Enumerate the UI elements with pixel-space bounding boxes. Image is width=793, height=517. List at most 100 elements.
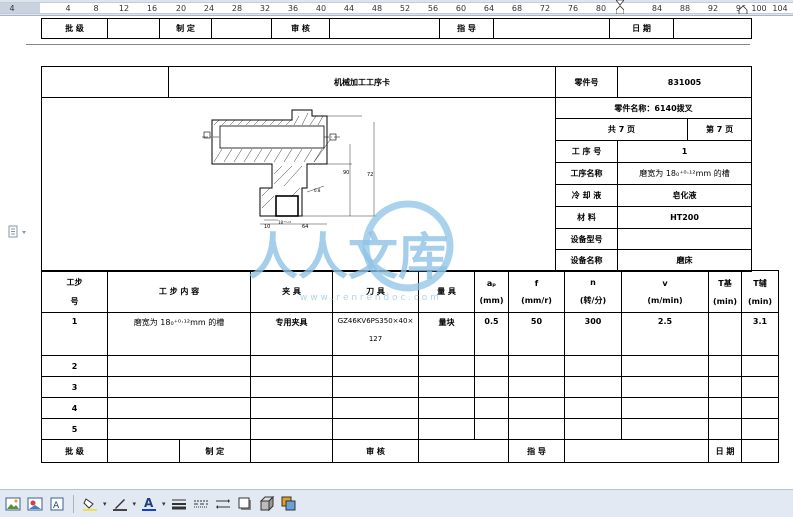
step-tf[interactable] [741,418,779,440]
arrow-style-icon[interactable] [214,495,232,513]
step-tool[interactable]: GZ46KV6PS350×40× 127 [332,312,419,356]
insert-picture-button[interactable] [4,495,22,513]
approval-value[interactable] [107,18,160,39]
material-value[interactable]: HT200 [616,206,751,229]
table-row[interactable]: 4 [41,397,779,419]
step-fixture[interactable]: 专用夹具 [250,312,333,356]
step-tj[interactable] [708,397,742,419]
step-f[interactable] [508,397,565,419]
step-v[interactable] [621,418,709,440]
line-style-icon[interactable] [170,495,188,513]
step-f[interactable]: 50 [508,312,565,356]
table-row[interactable]: 5 [41,418,779,440]
part-no-value[interactable]: 831005 [617,66,752,98]
page-layout-icon[interactable] [8,225,34,239]
step-tf[interactable] [741,355,779,377]
step-tf[interactable] [741,376,779,398]
approval-value[interactable] [418,439,509,463]
approval-value[interactable] [741,439,779,463]
step-tf[interactable]: 3.1 [741,312,779,356]
step-no[interactable]: 1 [41,312,108,356]
equipment-model-value[interactable] [616,228,751,250]
step-v[interactable]: 2.5 [621,312,709,356]
step-fixture[interactable] [250,376,333,398]
step-content[interactable] [107,397,251,419]
first-line-indent-marker[interactable] [616,0,624,14]
step-n[interactable] [564,355,622,377]
insert-clipart-button[interactable] [26,495,44,513]
step-content[interactable] [107,376,251,398]
approval-value[interactable] [329,18,440,39]
line-color-icon[interactable] [111,495,129,513]
insert-textbox-button[interactable]: A [48,495,66,513]
process-name-value[interactable]: 磨宽为 18₀⁺⁰·¹²mm 的槽 [616,162,751,185]
step-n[interactable]: 300 [564,312,622,356]
step-n[interactable] [564,397,622,419]
select-objects-icon[interactable] [280,495,298,513]
step-tool[interactable] [332,376,419,398]
step-gauge[interactable] [418,376,475,398]
dash-style-icon[interactable] [192,495,210,513]
step-tf[interactable] [741,397,779,419]
step-f[interactable] [508,376,565,398]
step-no[interactable]: 5 [41,418,108,440]
step-f[interactable] [508,355,565,377]
step-tool[interactable] [332,397,419,419]
step-ap[interactable] [474,397,509,419]
process-no-value[interactable]: 1 [616,140,751,163]
step-content[interactable] [107,418,251,440]
approval-value[interactable] [564,439,709,463]
step-ap[interactable] [474,355,509,377]
approval-value[interactable] [250,439,333,463]
step-tj[interactable] [708,312,742,356]
table-row[interactable]: 3 [41,376,779,398]
coolant-value[interactable]: 皂化液 [616,184,751,207]
step-ap[interactable]: 0.5 [474,312,509,356]
approval-value[interactable] [108,440,180,462]
step-tool-line2: 127 [368,335,383,343]
fill-color-icon[interactable] [81,495,99,513]
step-ap[interactable] [474,376,509,398]
step-content[interactable] [107,355,251,377]
step-gauge[interactable] [418,355,475,377]
step-tj[interactable] [708,418,742,440]
chevron-down-icon[interactable]: ▾ [103,500,107,508]
step-fixture[interactable] [250,355,333,377]
step-gauge[interactable]: 量块 [418,312,475,356]
step-tool[interactable] [332,418,419,440]
horizontal-ruler[interactable]: 4 4 8 12 16 20 24 28 32 36 40 44 48 52 5… [0,0,793,16]
table-row[interactable]: 1 磨宽为 18₀⁺⁰·¹²mm 的槽 专用夹具 GZ46KV6PS350×40… [41,312,779,356]
step-f[interactable] [508,418,565,440]
step-no[interactable]: 3 [41,376,108,398]
step-v[interactable] [621,376,709,398]
step-n[interactable] [564,376,622,398]
step-fixture[interactable] [250,397,333,419]
step-v[interactable] [621,355,709,377]
step-gauge[interactable] [418,397,475,419]
document-page[interactable]: 批 级 制 定 审 核 指 导 日 期 机械加工工序卡 零件号 831005 9… [0,17,793,487]
approval-value[interactable] [211,18,272,39]
3d-style-icon[interactable] [258,495,276,513]
step-tj[interactable] [708,376,742,398]
font-color-icon[interactable]: A [140,495,158,513]
step-tj[interactable] [708,355,742,377]
approval-value[interactable] [673,18,752,39]
part-name[interactable]: 零件名称：6140拨叉 [556,98,751,119]
step-content[interactable]: 磨宽为 18₀⁺⁰·¹²mm 的槽 [107,312,251,356]
step-no[interactable]: 2 [41,355,108,377]
step-n[interactable] [564,418,622,440]
table-row[interactable]: 2 [41,355,779,377]
step-v[interactable] [621,397,709,419]
equipment-name-value[interactable]: 磨床 [616,249,751,271]
approval-value[interactable] [493,18,610,39]
step-tool[interactable] [332,355,419,377]
shadow-style-icon[interactable] [236,495,254,513]
step-fixture[interactable] [250,418,333,440]
ruler-number: 64 [483,4,495,13]
right-indent-marker[interactable] [738,0,748,14]
chevron-down-icon[interactable]: ▾ [162,500,166,508]
step-no[interactable]: 4 [41,397,108,419]
step-ap[interactable] [474,418,509,440]
step-gauge[interactable] [418,418,475,440]
chevron-down-icon[interactable]: ▾ [133,500,137,508]
